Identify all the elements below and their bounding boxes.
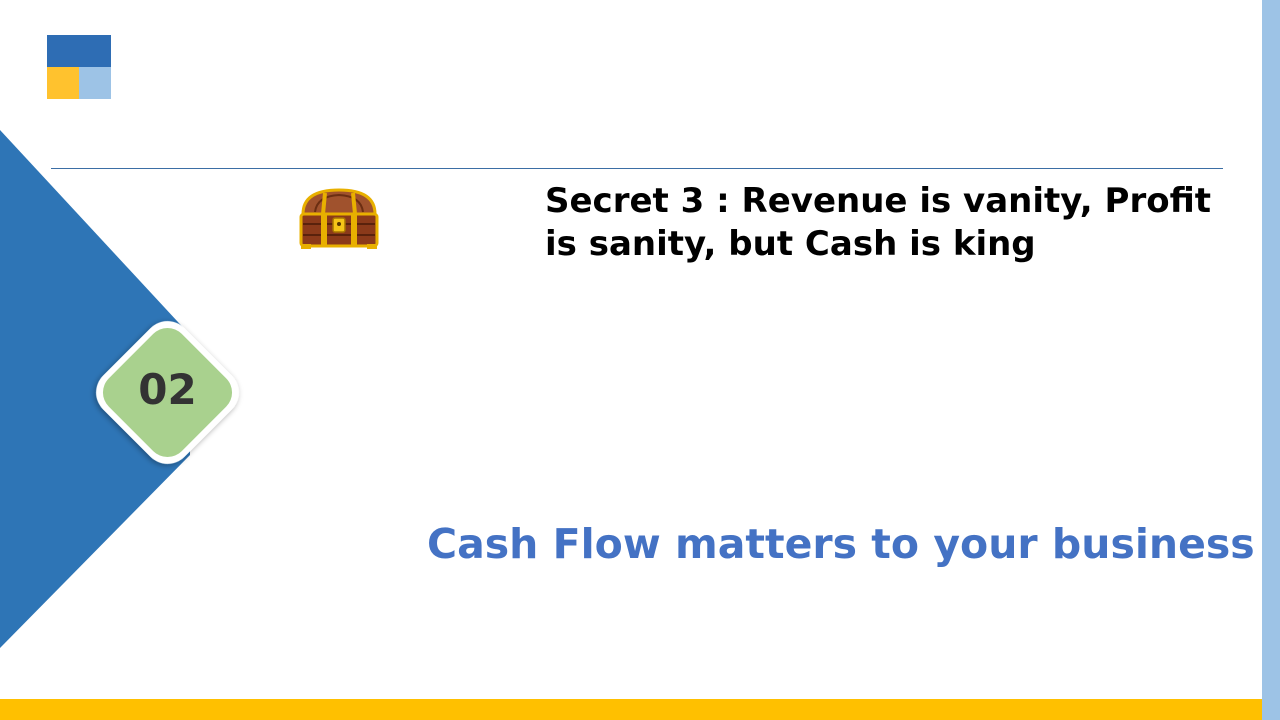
right-accent-bar xyxy=(1262,0,1280,720)
section-number: 02 xyxy=(138,365,197,414)
slide: 02 Secret 3 : Revenue is vanity, Profit … xyxy=(0,0,1280,720)
secret-title: Secret 3 : Revenue is vanity, Profit is … xyxy=(545,181,1212,264)
treasure-chest-icon xyxy=(299,188,379,249)
section-subtitle: Cash Flow matters to your business xyxy=(427,520,1255,568)
